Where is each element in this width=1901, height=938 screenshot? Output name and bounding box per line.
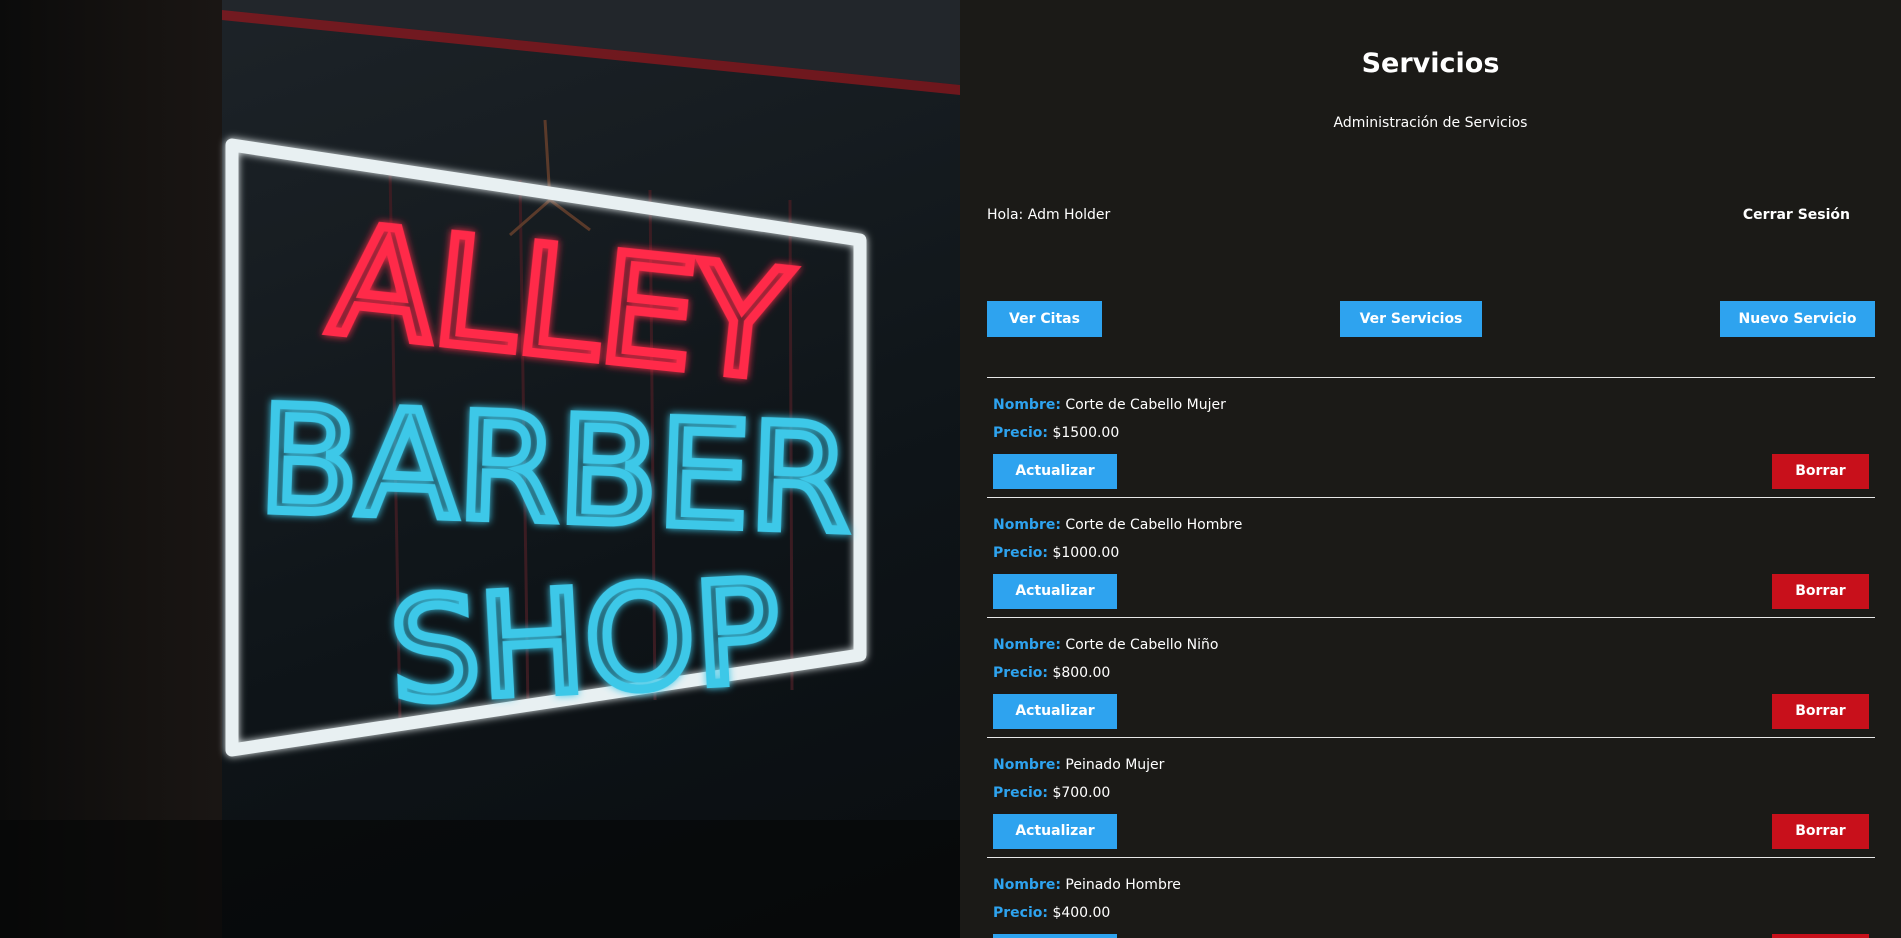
price-label: Precio: bbox=[993, 665, 1048, 681]
floor-shadow bbox=[0, 820, 960, 938]
price-label: Precio: bbox=[993, 545, 1048, 561]
page-subtitle: Administración de Servicios bbox=[1333, 115, 1528, 131]
price-label: Precio: bbox=[993, 425, 1048, 441]
service-name-row: Nombre: Peinado Hombre bbox=[993, 877, 1181, 893]
name-label: Nombre: bbox=[993, 397, 1061, 413]
hero-image: ALLEY BARBER SHOP bbox=[0, 0, 960, 938]
service-item: Nombre: Peinado Mujer Precio: $700.00 Ac… bbox=[987, 737, 1875, 857]
greeting-prefix: Hola: bbox=[987, 207, 1024, 223]
service-price: $800.00 bbox=[1052, 665, 1111, 681]
service-item: Nombre: Corte de Cabello Mujer Precio: $… bbox=[987, 377, 1875, 497]
service-item: Nombre: Corte de Cabello Niño Precio: $8… bbox=[987, 617, 1875, 737]
logout-link[interactable]: Cerrar Sesión bbox=[1743, 207, 1850, 223]
delete-button[interactable]: Borrar bbox=[1772, 814, 1869, 849]
name-label: Nombre: bbox=[993, 517, 1061, 533]
service-item: Nombre: Peinado Hombre Precio: $400.00 A… bbox=[987, 857, 1875, 938]
service-name-row: Nombre: Corte de Cabello Mujer bbox=[993, 397, 1226, 413]
admin-panel: Servicios Administración de Servicios Ho… bbox=[960, 0, 1901, 938]
price-label: Precio: bbox=[993, 785, 1048, 801]
user-greeting: Hola: Adm Holder bbox=[987, 207, 1110, 223]
services-list: Nombre: Corte de Cabello Mujer Precio: $… bbox=[987, 377, 1875, 938]
app-root: ALLEY BARBER SHOP Servicios Administraci… bbox=[0, 0, 1901, 938]
service-name: Peinado Mujer bbox=[1065, 757, 1165, 773]
sign-line-barber: BARBER bbox=[257, 376, 854, 566]
window-frame-top bbox=[222, 0, 960, 85]
neon-sign: ALLEY BARBER SHOP bbox=[0, 0, 960, 938]
service-name: Peinado Hombre bbox=[1065, 877, 1181, 893]
service-price-row: Precio: $800.00 bbox=[993, 665, 1110, 681]
nuevo-servicio-button[interactable]: Nuevo Servicio bbox=[1720, 301, 1875, 337]
service-price-row: Precio: $400.00 bbox=[993, 905, 1110, 921]
update-button[interactable]: Actualizar bbox=[993, 694, 1117, 729]
service-price: $1000.00 bbox=[1052, 545, 1120, 561]
service-price-row: Precio: $1500.00 bbox=[993, 425, 1119, 441]
sign-line-shop: SHOP bbox=[387, 551, 784, 734]
service-name: Corte de Cabello Niño bbox=[1065, 637, 1219, 653]
service-name-row: Nombre: Corte de Cabello Hombre bbox=[993, 517, 1242, 533]
service-price: $700.00 bbox=[1052, 785, 1111, 801]
service-name: Corte de Cabello Hombre bbox=[1065, 517, 1243, 533]
service-item: Nombre: Corte de Cabello Hombre Precio: … bbox=[987, 497, 1875, 617]
service-price-row: Precio: $700.00 bbox=[993, 785, 1110, 801]
service-name-row: Nombre: Peinado Mujer bbox=[993, 757, 1164, 773]
update-button[interactable]: Actualizar bbox=[993, 814, 1117, 849]
name-label: Nombre: bbox=[993, 757, 1061, 773]
service-price: $1500.00 bbox=[1052, 425, 1120, 441]
ver-servicios-button[interactable]: Ver Servicios bbox=[1340, 301, 1482, 337]
service-name: Corte de Cabello Mujer bbox=[1065, 397, 1226, 413]
ver-citas-button[interactable]: Ver Citas bbox=[987, 301, 1102, 337]
delete-button[interactable]: Borrar bbox=[1772, 574, 1869, 609]
service-name-row: Nombre: Corte de Cabello Niño bbox=[993, 637, 1218, 653]
service-price-row: Precio: $1000.00 bbox=[993, 545, 1119, 561]
delete-button[interactable]: Borrar bbox=[1772, 454, 1869, 489]
delete-button[interactable]: Borrar bbox=[1772, 934, 1869, 938]
price-label: Precio: bbox=[993, 905, 1048, 921]
user-name: Adm Holder bbox=[1027, 207, 1111, 223]
service-price: $400.00 bbox=[1052, 905, 1111, 921]
name-label: Nombre: bbox=[993, 637, 1061, 653]
delete-button[interactable]: Borrar bbox=[1772, 694, 1869, 729]
update-button[interactable]: Actualizar bbox=[993, 454, 1117, 489]
name-label: Nombre: bbox=[993, 877, 1061, 893]
update-button[interactable]: Actualizar bbox=[993, 574, 1117, 609]
update-button[interactable]: Actualizar bbox=[993, 934, 1117, 938]
page-title: Servicios bbox=[1361, 48, 1500, 79]
